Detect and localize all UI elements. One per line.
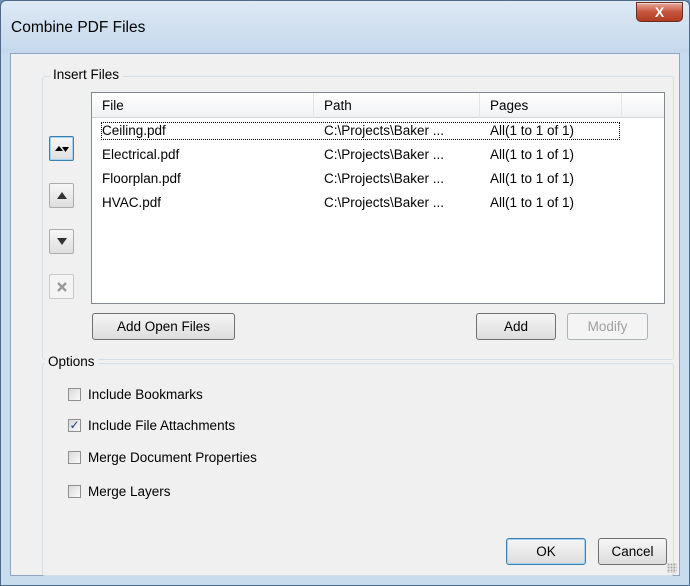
merge-layers-label: Merge Layers bbox=[88, 483, 171, 499]
table-row[interactable]: Ceiling.pdf C:\Projects\Baker ... All(1 … bbox=[92, 119, 664, 143]
merge-document-properties-option[interactable]: Merge Document Properties bbox=[68, 447, 257, 467]
combine-pdf-dialog: Combine PDF Files X Insert Files File Pa… bbox=[0, 0, 690, 586]
dialog-body: Insert Files File Path Pages Ceiling.pdf… bbox=[10, 53, 680, 576]
file-name: Ceiling.pdf bbox=[102, 123, 166, 138]
file-name: HVAC.pdf bbox=[102, 195, 162, 210]
file-name: Floorplan.pdf bbox=[102, 171, 181, 186]
file-path: C:\Projects\Baker ... bbox=[324, 123, 445, 138]
add-open-files-button[interactable]: Add Open Files bbox=[92, 313, 235, 340]
sort-button[interactable] bbox=[49, 136, 74, 161]
close-icon: X bbox=[654, 4, 665, 20]
merge-document-properties-checkbox[interactable] bbox=[68, 450, 81, 464]
table-row[interactable]: Electrical.pdf C:\Projects\Baker ... All… bbox=[92, 143, 664, 167]
insert-files-legend: Insert Files bbox=[50, 67, 123, 82]
move-up-icon bbox=[56, 192, 67, 199]
include-bookmarks-checkbox[interactable] bbox=[68, 387, 81, 401]
table-row[interactable]: Floorplan.pdf C:\Projects\Baker ... All(… bbox=[92, 167, 664, 191]
file-pages: All(1 to 1 of 1) bbox=[490, 123, 575, 138]
sort-up-down-icon bbox=[54, 145, 69, 152]
file-path: C:\Projects\Baker ... bbox=[324, 147, 445, 162]
resize-grip-icon[interactable] bbox=[667, 563, 677, 573]
remove-x-icon bbox=[56, 281, 67, 292]
dialog-title: Combine PDF Files bbox=[11, 19, 146, 36]
include-bookmarks-option[interactable]: Include Bookmarks bbox=[68, 384, 203, 404]
options-legend: Options bbox=[45, 354, 98, 369]
add-button[interactable]: Add bbox=[476, 313, 556, 340]
include-file-attachments-checkbox[interactable]: ✓ bbox=[68, 418, 81, 432]
cancel-button[interactable]: Cancel bbox=[598, 538, 667, 565]
file-path: C:\Projects\Baker ... bbox=[324, 171, 445, 186]
modify-button[interactable]: Modify bbox=[567, 313, 648, 340]
include-file-attachments-option[interactable]: ✓ Include File Attachments bbox=[68, 415, 235, 435]
file-pages: All(1 to 1 of 1) bbox=[490, 195, 575, 210]
ok-button[interactable]: OK bbox=[506, 538, 586, 565]
merge-layers-checkbox[interactable] bbox=[68, 484, 81, 498]
merge-layers-option[interactable]: Merge Layers bbox=[68, 481, 171, 501]
file-name: Electrical.pdf bbox=[102, 147, 180, 162]
merge-document-properties-label: Merge Document Properties bbox=[88, 449, 257, 465]
table-row[interactable]: HVAC.pdf C:\Projects\Baker ... All(1 to … bbox=[92, 191, 664, 215]
move-down-icon bbox=[56, 238, 67, 245]
remove-button[interactable] bbox=[49, 274, 74, 299]
list-rows: Ceiling.pdf C:\Projects\Baker ... All(1 … bbox=[92, 119, 664, 215]
include-bookmarks-label: Include Bookmarks bbox=[88, 386, 203, 402]
file-pages: All(1 to 1 of 1) bbox=[490, 171, 575, 186]
move-down-button[interactable] bbox=[49, 229, 74, 254]
file-path: C:\Projects\Baker ... bbox=[324, 195, 445, 210]
close-button[interactable]: X bbox=[636, 2, 683, 22]
column-header-file[interactable]: File bbox=[92, 93, 314, 118]
list-header: File Path Pages bbox=[92, 93, 664, 118]
column-header-path[interactable]: Path bbox=[314, 93, 480, 118]
move-up-button[interactable] bbox=[49, 183, 74, 208]
file-pages: All(1 to 1 of 1) bbox=[490, 147, 575, 162]
include-file-attachments-label: Include File Attachments bbox=[88, 417, 236, 433]
title-bar: Combine PDF Files X bbox=[1, 1, 689, 53]
file-list[interactable]: File Path Pages Ceiling.pdf C:\Projects\… bbox=[91, 92, 665, 304]
column-header-pages[interactable]: Pages bbox=[480, 93, 622, 118]
